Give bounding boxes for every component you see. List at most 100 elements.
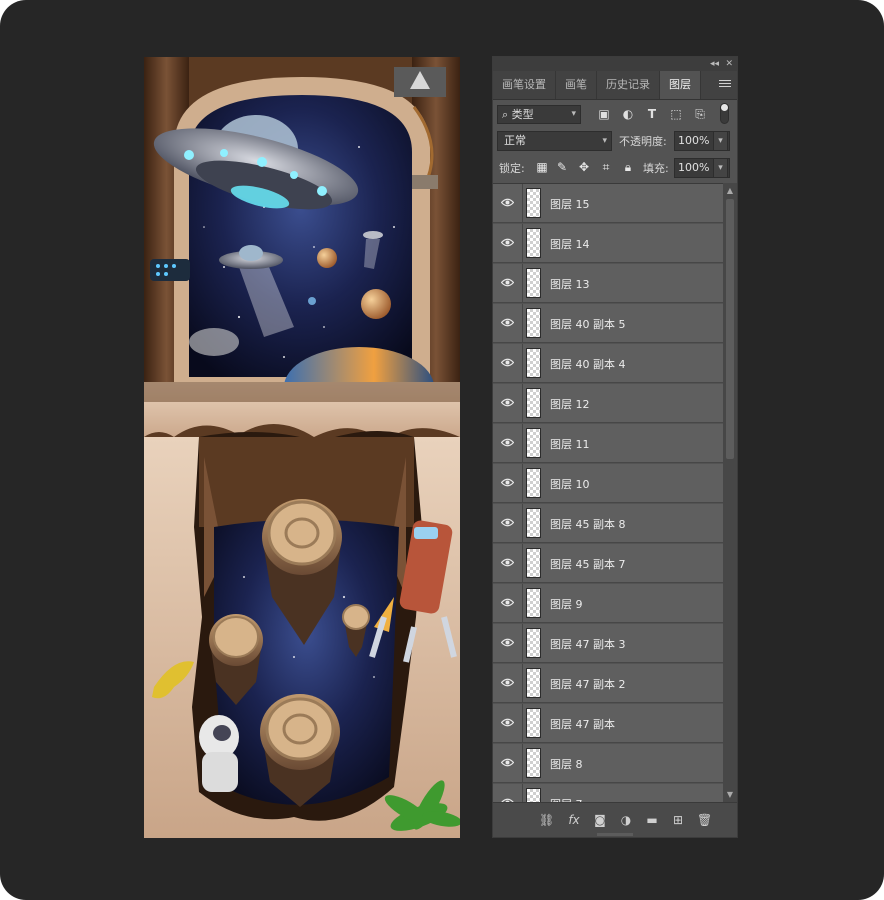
tab-brush-settings[interactable]: 画笔设置 [493,71,556,99]
layer-row[interactable]: 图层 40 副本 4 [493,344,723,383]
layer-thumbnail[interactable] [526,508,541,538]
layer-name[interactable]: 图层 13 [550,276,590,292]
layer-thumbnail[interactable] [526,188,541,218]
visibility-toggle[interactable] [493,224,523,262]
trash-icon[interactable]: 🗑︎ [697,813,712,827]
layer-row[interactable]: 图层 7 [493,784,723,804]
visibility-toggle[interactable] [493,624,523,662]
visibility-toggle[interactable] [493,184,523,222]
smart-object-filter-icon[interactable]: ⎘ [693,107,707,121]
adjustment-filter-icon[interactable]: ◐ [621,107,635,121]
layer-name[interactable]: 图层 15 [550,196,590,212]
layer-row[interactable]: 图层 40 副本 5 [493,304,723,343]
visibility-toggle[interactable] [493,784,523,804]
layer-row[interactable]: 图层 45 副本 7 [493,544,723,583]
visibility-toggle[interactable] [493,424,523,462]
visibility-toggle[interactable] [493,704,523,742]
layer-name[interactable]: 图层 11 [550,436,590,452]
lock-position-icon[interactable]: ✥ [577,160,591,174]
layer-thumbnail[interactable] [526,588,541,618]
layer-name[interactable]: 图层 40 副本 5 [550,316,626,332]
collapse-icon[interactable]: ◂◂ [710,57,719,71]
scroll-up-icon[interactable]: ▲ [723,185,737,197]
visibility-toggle[interactable] [493,264,523,302]
type-filter-icon[interactable]: T [645,107,659,121]
visibility-toggle[interactable] [493,584,523,622]
layer-row[interactable]: 图层 15 [493,184,723,223]
layer-row[interactable]: 图层 47 副本 [493,704,723,743]
layer-name[interactable]: 图层 40 副本 4 [550,356,626,372]
tab-layers[interactable]: 图层 [660,71,701,99]
layer-row[interactable]: 图层 8 [493,744,723,783]
visibility-toggle[interactable] [493,464,523,502]
layer-name[interactable]: 图层 47 副本 3 [550,636,626,652]
visibility-toggle[interactable] [493,504,523,542]
lock-transparent-icon[interactable]: ▦ [535,160,549,174]
layer-row[interactable]: 图层 10 [493,464,723,503]
scroll-down-icon[interactable]: ▼ [723,789,737,801]
filter-toggle[interactable] [720,103,729,124]
panel-menu-icon[interactable] [719,78,731,90]
layer-name[interactable]: 图层 8 [550,756,583,772]
visibility-toggle[interactable] [493,384,523,422]
resize-grip[interactable] [597,833,633,836]
new-layer-icon[interactable]: ⊞ [671,813,685,827]
visibility-toggle[interactable] [493,744,523,782]
layer-name[interactable]: 图层 10 [550,476,590,492]
layer-thumbnail[interactable] [526,708,541,738]
filter-kind-select[interactable]: ⌕ 类型 ▾ [497,105,581,124]
layer-name[interactable]: 图层 47 副本 2 [550,676,626,692]
layer-row[interactable]: 图层 12 [493,384,723,423]
tab-history[interactable]: 历史记录 [597,71,660,99]
opacity-dropdown-icon[interactable]: ▾ [713,131,728,151]
layer-name[interactable]: 图层 14 [550,236,590,252]
layers-bottom-toolbar: ⛓︎ fx ◙ ◑ ▬ ⊞ 🗑︎ [493,802,737,837]
layer-row[interactable]: 图层 11 [493,424,723,463]
visibility-toggle[interactable] [493,304,523,342]
layer-name[interactable]: 图层 45 副本 8 [550,516,626,532]
layer-thumbnail[interactable] [526,228,541,258]
lock-all-icon[interactable]: 🔒︎ [621,160,635,174]
lock-image-icon[interactable]: ✎ [555,160,569,174]
mask-icon[interactable]: ◙ [593,813,607,827]
layer-row[interactable]: 图层 13 [493,264,723,303]
layer-row[interactable]: 图层 9 [493,584,723,623]
layer-name[interactable]: 图层 47 副本 [550,716,615,732]
layer-thumbnail[interactable] [526,748,541,778]
folder-icon[interactable]: ▬ [645,813,659,827]
fx-icon[interactable]: fx [567,813,581,827]
shape-filter-icon[interactable]: ⬚ [669,107,683,121]
layer-thumbnail[interactable] [526,268,541,298]
layer-list-scrollbar[interactable]: ▲ ▼ [723,183,737,803]
image-filter-icon[interactable]: ▣ [597,107,611,121]
artwork-image [144,57,460,838]
layer-thumbnail[interactable] [526,628,541,658]
lock-artboard-icon[interactable]: ⌗ [599,160,613,174]
document-canvas[interactable] [144,57,460,838]
layer-thumbnail[interactable] [526,548,541,578]
layer-thumbnail[interactable] [526,668,541,698]
layer-name[interactable]: 图层 12 [550,396,590,412]
layer-row[interactable]: 图层 45 副本 8 [493,504,723,543]
adjustment-icon[interactable]: ◑ [619,813,633,827]
scroll-thumb[interactable] [726,199,734,459]
layer-name[interactable]: 图层 45 副本 7 [550,556,626,572]
eye-icon [501,598,514,607]
layer-thumbnail[interactable] [526,428,541,458]
visibility-toggle[interactable] [493,664,523,702]
close-icon[interactable]: ✕ [725,57,733,71]
layer-thumbnail[interactable] [526,468,541,498]
layer-row[interactable]: 图层 47 副本 2 [493,664,723,703]
visibility-toggle[interactable] [493,544,523,582]
layer-thumbnail[interactable] [526,308,541,338]
visibility-toggle[interactable] [493,344,523,382]
layer-thumbnail[interactable] [526,388,541,418]
fill-dropdown-icon[interactable]: ▾ [713,158,728,178]
blend-mode-select[interactable]: 正常 ▾ [497,131,612,151]
tab-brushes[interactable]: 画笔 [556,71,597,99]
layer-name[interactable]: 图层 9 [550,596,583,612]
layer-row[interactable]: 图层 47 副本 3 [493,624,723,663]
layer-thumbnail[interactable] [526,348,541,378]
link-icon[interactable]: ⛓︎ [539,813,554,827]
layer-row[interactable]: 图层 14 [493,224,723,263]
